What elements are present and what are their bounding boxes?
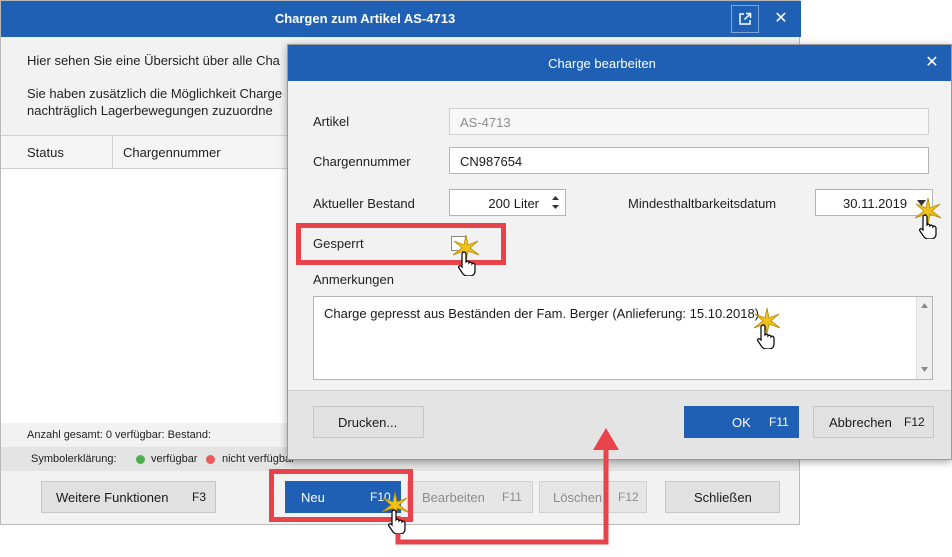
intro-text-line1: Hier sehen Sie eine Übersicht über alle … — [27, 53, 280, 68]
notes-label: Anmerkungen — [313, 272, 394, 287]
article-field: AS-4713 — [449, 108, 929, 135]
ok-button[interactable]: OK F11 — [684, 406, 799, 438]
more-functions-label: Weitere Funktionen — [56, 490, 169, 505]
print-label: Drucken... — [338, 415, 398, 430]
cancel-button[interactable]: Abbrechen F12 — [813, 406, 934, 438]
hand-cursor-icon — [458, 251, 476, 276]
close-button[interactable]: Schließen — [665, 481, 780, 513]
column-divider[interactable] — [112, 136, 113, 170]
cancel-label: Abbrechen — [829, 415, 892, 430]
best-before-label: Mindesthaltbarkeitsdatum — [628, 196, 777, 211]
close-label: Schließen — [694, 490, 752, 505]
hand-cursor-icon — [757, 324, 775, 349]
more-functions-key: F3 — [192, 490, 207, 504]
close-icon[interactable]: ✕ — [767, 5, 795, 33]
legend-label: Symbolerklärung: — [31, 453, 117, 465]
flow-arrow — [395, 428, 619, 545]
intro-text-line3: nachträglich Lagerbewegungen zuzuordne — [27, 103, 273, 118]
notes-scrollbar[interactable] — [916, 297, 932, 379]
batches-window-titlebar[interactable]: Chargen zum Artikel AS-4713 ✕ — [1, 1, 801, 37]
legend-unavailable: nicht verfügbar — [222, 453, 295, 465]
batches-window-title: Chargen zum Artikel AS-4713 — [274, 11, 456, 26]
notes-value: Charge gepresst aus Beständen der Fam. B… — [324, 306, 760, 321]
article-label: Artikel — [313, 114, 350, 129]
stock-stepper[interactable]: 200 Liter — [449, 189, 566, 216]
popout-icon[interactable] — [731, 5, 759, 33]
ok-label: OK — [732, 415, 751, 430]
hand-cursor-icon — [388, 509, 406, 534]
stepper-arrows-icon[interactable] — [551, 194, 560, 211]
ok-key: F11 — [769, 415, 789, 429]
column-header-batch-number[interactable]: Chargennummer — [123, 145, 221, 160]
dialog-close-icon[interactable]: ✕ — [918, 49, 946, 77]
summary-status-line: Anzahl gesamt: 0 verfügbar: Bestand: — [27, 429, 212, 441]
stock-value: 200 Liter — [488, 196, 539, 211]
scroll-up-icon[interactable] — [921, 303, 928, 308]
batch-number-label: Chargennummer — [313, 154, 411, 169]
dialog-title: Charge bearbeiten — [548, 56, 656, 71]
available-dot-icon — [136, 455, 145, 464]
batch-number-field[interactable]: CN987654 — [449, 147, 929, 174]
notes-textarea[interactable]: Charge gepresst aus Beständen der Fam. B… — [313, 296, 933, 380]
stock-label: Aktueller Bestand — [313, 196, 415, 211]
delete-key: F12 — [618, 490, 639, 504]
best-before-value: 30.11.2019 — [843, 196, 908, 211]
hand-cursor-icon — [919, 214, 937, 239]
batch-number-value: CN987654 — [460, 154, 523, 169]
intro-text-line2: Sie haben zusätzlich die Möglichkeit Cha… — [27, 86, 283, 101]
article-value: AS-4713 — [460, 115, 511, 130]
scroll-down-icon[interactable] — [921, 367, 928, 372]
cancel-key: F12 — [904, 415, 925, 429]
dialog-titlebar[interactable]: Charge bearbeiten ✕ — [288, 45, 951, 81]
column-header-status[interactable]: Status — [27, 145, 64, 160]
more-functions-button[interactable]: Weitere Funktionen F3 — [41, 481, 216, 513]
unavailable-dot-icon — [206, 455, 215, 464]
legend-available: verfügbar — [151, 453, 198, 465]
